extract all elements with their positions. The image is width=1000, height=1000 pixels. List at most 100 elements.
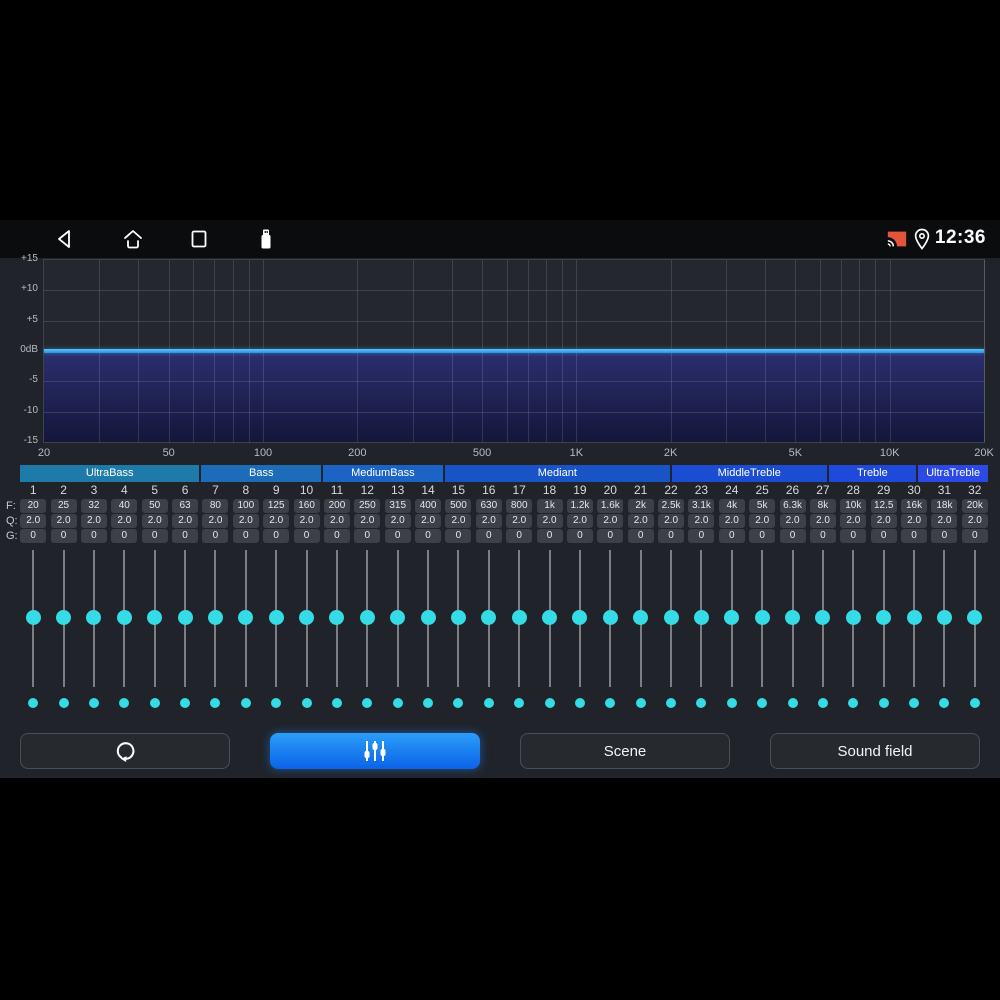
gain-slider[interactable] [86,550,102,687]
slider-thumb[interactable] [450,610,466,625]
gain-slider[interactable] [299,550,315,687]
slider-thumb[interactable] [876,610,892,625]
gain-slider[interactable] [177,550,193,687]
band-number: 21 [634,483,648,497]
y-axis-tick-label: -5 [29,374,38,386]
freq-value: 1.2k [566,499,593,513]
slider-thumb[interactable] [177,610,193,625]
clock: 12:36 [934,227,986,248]
gain-slider[interactable] [116,550,132,687]
band-indicator-dot [939,698,950,708]
gain-slider[interactable] [845,550,861,687]
gain-slider[interactable] [25,550,41,687]
band-indicator-dot [514,698,525,708]
slider-thumb[interactable] [754,610,770,625]
slider-thumb[interactable] [299,610,315,625]
gain-slider[interactable] [56,550,72,687]
slider-thumb[interactable] [420,610,436,625]
gain-slider[interactable] [542,550,558,687]
band-number: 13 [391,483,405,497]
slider-thumb[interactable] [815,610,831,625]
gain-value: 0 [475,529,502,543]
gain-slider[interactable] [785,550,801,687]
slider-thumb[interactable] [329,610,345,625]
scene-button[interactable]: Scene [520,733,730,769]
home-icon[interactable] [121,227,145,251]
gain-value: 0 [536,529,563,543]
gain-slider[interactable] [481,550,497,687]
gain-slider[interactable] [633,550,649,687]
gain-slider[interactable] [268,550,284,687]
reset-button[interactable] [20,733,230,769]
gain-slider[interactable] [207,550,223,687]
slider-thumb[interactable] [693,610,709,625]
gain-slider[interactable] [511,550,527,687]
slider-thumb[interactable] [238,610,254,625]
y-axis-tick-label: +15 [21,253,38,264]
slider-thumb[interactable] [936,610,952,625]
gain-value: 0 [931,529,958,543]
q-value: 2.0 [172,514,199,528]
band-indicator-dot [909,698,920,708]
gain-slider[interactable] [359,550,375,687]
slider-thumb[interactable] [390,610,406,625]
slider-thumb[interactable] [481,610,497,625]
gain-value: 0 [566,529,593,543]
slider-thumb[interactable] [845,610,861,625]
slider-thumb[interactable] [359,610,375,625]
gain-slider[interactable] [663,550,679,687]
gain-slider[interactable] [147,550,163,687]
band-number: 15 [451,483,466,497]
band-column-8: 8 100 2.0 0 [231,483,261,708]
gain-slider[interactable] [724,550,740,687]
slider-thumb[interactable] [207,610,223,625]
slider-thumb[interactable] [542,610,558,625]
slider-thumb[interactable] [906,610,922,625]
slider-thumb[interactable] [633,610,649,625]
slider-thumb[interactable] [663,610,679,625]
slider-thumb[interactable] [724,610,740,625]
recents-icon[interactable] [187,227,211,251]
slider-thumb[interactable] [116,610,132,625]
q-value: 2.0 [870,514,897,528]
band-number: 9 [272,483,280,497]
gain-slider[interactable] [329,550,345,687]
band-number: 30 [907,483,921,497]
band-number: 22 [664,483,678,497]
slider-thumb[interactable] [785,610,801,625]
freq-value: 400 [415,499,442,513]
gain-slider[interactable] [754,550,770,687]
slider-thumb[interactable] [572,610,588,625]
band-number: 11 [330,483,344,497]
gain-slider[interactable] [238,550,254,687]
slider-thumb[interactable] [268,610,284,625]
band-number: 6 [181,483,189,497]
slider-thumb[interactable] [25,610,41,625]
gain-slider[interactable] [936,550,952,687]
band-number: 20 [603,483,617,497]
sound-field-button[interactable]: Sound field [770,733,980,769]
slider-thumb[interactable] [967,610,983,625]
gain-slider[interactable] [876,550,892,687]
gain-value: 0 [111,529,138,543]
slider-thumb[interactable] [511,610,527,625]
slider-thumb[interactable] [86,610,102,625]
gain-slider[interactable] [572,550,588,687]
gain-slider[interactable] [390,550,406,687]
gain-value: 0 [840,529,867,543]
slider-thumb[interactable] [147,610,163,625]
gain-value: 0 [445,529,472,543]
gain-slider[interactable] [815,550,831,687]
gain-slider[interactable] [602,550,618,687]
gain-slider[interactable] [967,550,983,687]
gain-slider[interactable] [420,550,436,687]
gain-slider[interactable] [906,550,922,687]
gain-slider[interactable] [450,550,466,687]
eq-button[interactable] [270,733,480,769]
slider-thumb[interactable] [602,610,618,625]
band-number: 4 [120,483,128,497]
band-column-19: 19 1.2k 2.0 0 [565,483,595,708]
gain-slider[interactable] [693,550,709,687]
back-icon[interactable] [53,227,77,251]
slider-thumb[interactable] [56,610,72,625]
